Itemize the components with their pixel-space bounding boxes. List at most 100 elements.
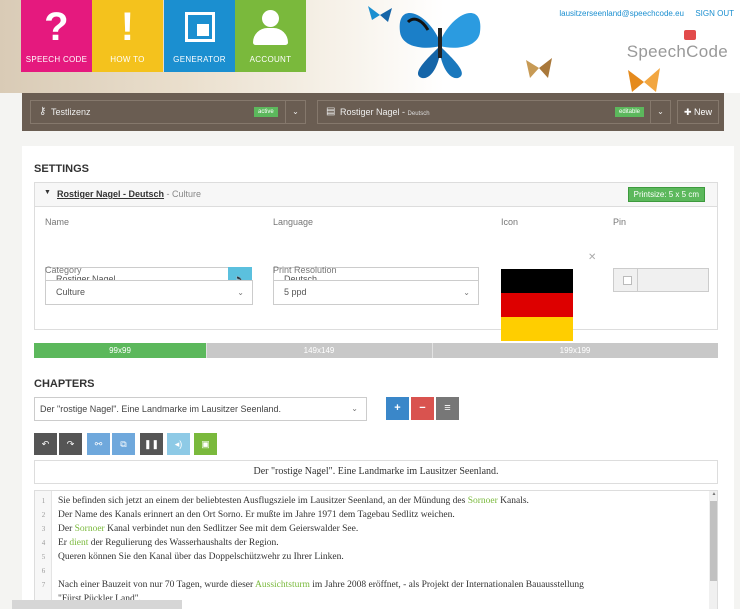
print-resolution-select[interactable]: 5 ppd ⌄ [273, 280, 479, 305]
plus-icon: ✚ [683, 107, 692, 117]
language-label: Language [273, 217, 314, 227]
redo-button[interactable]: ↷ [59, 433, 82, 455]
text-segment: Er [58, 538, 70, 548]
link-icon: ⚯ [94, 439, 103, 449]
resolution-segment-149[interactable]: 149x149 [206, 343, 432, 358]
highlighted-word[interactable]: Aussichtsturm [255, 580, 310, 590]
redo-icon: ↷ [66, 439, 75, 449]
chevron-down-icon: ⌄ [351, 404, 358, 413]
editor-line[interactable]: 3 Der Sornoer Kanal verbindet nun den Sed… [35, 523, 705, 535]
unlink-icon: ⧉ [120, 439, 127, 449]
nav-tile-speech-code[interactable]: ? SPEECH CODE [21, 0, 92, 72]
nav-tile-label: GENERATOR [173, 55, 226, 64]
line-text: Queren können Sie den Kanal über das Dop… [58, 552, 344, 562]
text-segment: Kanals. [497, 496, 529, 506]
name-label: Name [45, 217, 70, 227]
text-segment: der Regulierung des Wasserhaushalts der … [88, 538, 279, 548]
chevron-down-icon: ⌄ [237, 288, 244, 297]
editor-line[interactable]: 2 Der Name des Kanals erinnert an den Ort… [35, 509, 705, 521]
flag-stripe-black [501, 269, 573, 293]
text-segment: Queren können Sie den Kanal über das Dop… [58, 552, 344, 562]
minus-icon: − [419, 402, 426, 414]
editor-line[interactable]: 6 [35, 565, 705, 577]
exclamation-icon: ! [120, 5, 135, 49]
undo-button[interactable]: ↶ [34, 433, 57, 455]
audio-button[interactable]: ◂) [167, 433, 190, 455]
butterfly-decoration-orange [628, 68, 660, 92]
code-status-badge: editable [615, 107, 645, 117]
icon-label: Icon [501, 217, 519, 227]
bottom-status-tab [12, 600, 182, 609]
line-number: 1 [41, 497, 46, 505]
pin-field[interactable] [613, 268, 709, 292]
editor-scrollbar[interactable]: ▲ [709, 491, 717, 609]
new-button-label: New [694, 107, 713, 117]
pin-checkbox[interactable] [623, 276, 632, 285]
user-icon [235, 0, 306, 50]
list-icon: ≡ [444, 402, 451, 414]
nav-tile-how-to[interactable]: ! HOW TO [92, 0, 163, 72]
speechcode-selector[interactable]: ▤ Rostiger Nagel - Deutsch editable ⌄ [317, 100, 671, 124]
license-selector[interactable]: ⚷ Testlizenz active ⌄ [30, 100, 306, 124]
category-select[interactable]: Culture ⌄ [45, 280, 253, 305]
undo-icon: ↶ [41, 439, 50, 449]
unlink-button[interactable]: ⧉ [112, 433, 135, 455]
document-icon: ▤ [326, 106, 336, 117]
save-button[interactable]: ▣ [194, 433, 217, 455]
text-segment: Der Name des Kanals erinnert an den Ort … [58, 510, 455, 520]
text-segment: Der [58, 524, 75, 534]
line-text: Sie befinden sich jetzt an einem der bel… [58, 496, 529, 506]
nav-tile-generator[interactable]: GENERATOR [164, 0, 235, 72]
license-status-badge: active [254, 107, 278, 117]
resolution-segment-99[interactable]: 99x99 [34, 343, 206, 358]
editor-line[interactable]: 4 Er dient der Regulierung des Wasserhaus… [35, 537, 705, 549]
chapter-text-editor[interactable]: 1 Sie befinden sich jetzt an einem der be… [34, 490, 718, 609]
new-button[interactable]: ✚ New [677, 100, 719, 124]
category-label: Category [45, 265, 82, 275]
nav-tile-label: HOW TO [110, 55, 145, 64]
editor-line[interactable]: 7 Nach einer Bauzeit von nur 70 Tagen, wu… [35, 579, 705, 591]
nav-tile-label: SPEECH CODE [25, 55, 88, 64]
editor-line[interactable]: 5 Queren können Sie den Kanal über das Do… [35, 551, 705, 563]
highlighted-word[interactable]: Sornoer [75, 524, 105, 534]
sign-out-link[interactable]: SIGN OUT [695, 9, 734, 18]
highlighted-word[interactable]: Sornoer [468, 496, 498, 506]
line-number: 5 [41, 553, 46, 561]
chapter-select[interactable]: Der "rostige Nagel". Eine Landmarke im L… [34, 397, 367, 421]
app-header: ? SPEECH CODE ! HOW TO GENERATOR ACCOUNT… [0, 0, 740, 93]
scroll-up-icon[interactable]: ▲ [709, 491, 717, 499]
chapter-title: Der "rostige Nagel". Eine Landmarke im L… [34, 460, 718, 484]
settings-box-header[interactable]: ▼ Rostiger Nagel - Deutsch - Culture Pri… [35, 183, 717, 207]
line-number: 3 [41, 525, 46, 533]
printsize-badge: Printsize: 5 x 5 cm [627, 187, 705, 202]
user-email-link[interactable]: lausitzerseenland@speechcode.eu [559, 9, 684, 18]
nav-tile-account[interactable]: ACCOUNT [235, 0, 306, 72]
reorder-chapters-button[interactable]: ≡ [436, 397, 459, 420]
chevron-down-icon[interactable]: ⌄ [285, 101, 305, 123]
pin-label: Pin [613, 217, 627, 227]
close-icon[interactable]: ✕ [588, 252, 596, 263]
resolution-segment-199[interactable]: 199x199 [432, 343, 718, 358]
print-resolution-label: Print Resolution [273, 265, 337, 275]
license-bar: ⚷ Testlizenz active ⌄ ▤ Rostiger Nagel -… [22, 93, 724, 131]
settings-title: SETTINGS [34, 163, 90, 175]
butterfly-decoration-large [399, 13, 481, 79]
butterfly-decoration-small [368, 6, 392, 22]
highlighted-word[interactable]: dient [69, 538, 88, 548]
remove-chapter-button[interactable]: − [411, 397, 434, 420]
line-text: Der Name des Kanals erinnert an den Ort … [58, 510, 455, 520]
pause-button[interactable]: ❚❚ [140, 433, 163, 455]
key-icon: ⚷ [39, 106, 47, 117]
chevron-down-icon: ⌄ [463, 288, 470, 297]
text-segment: Kanal verbindet nun den Sedlitzer See mi… [104, 524, 359, 534]
settings-box-title: Rostiger Nagel - Deutsch - Culture [57, 189, 202, 199]
editor-line[interactable]: 1 Sie befinden sich jetzt an einem der be… [35, 495, 705, 507]
butterfly-decoration-tan [526, 58, 552, 78]
add-chapter-button[interactable]: + [386, 397, 409, 420]
scrollbar-thumb[interactable] [710, 501, 717, 581]
chevron-down-icon[interactable]: ⌄ [650, 101, 670, 123]
flag-germany-icon[interactable] [501, 269, 573, 341]
link-button[interactable]: ⚯ [87, 433, 110, 455]
line-number: 4 [41, 539, 46, 547]
line-text: Nach einer Bauzeit von nur 70 Tagen, wur… [58, 580, 584, 590]
